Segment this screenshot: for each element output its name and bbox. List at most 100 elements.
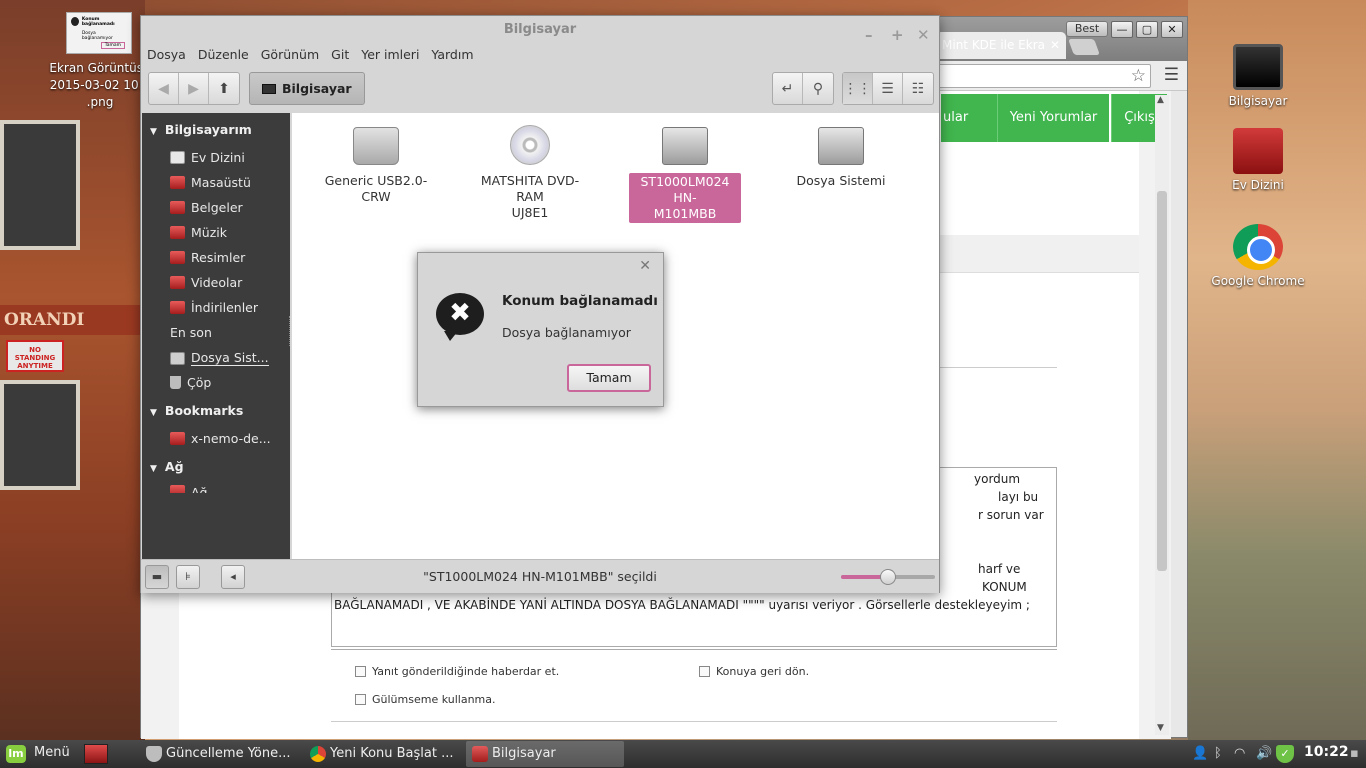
zoom-slider[interactable] [841,569,935,585]
desktop-icon-label: Bilgisayar [1228,94,1288,108]
error-dialog[interactable]: ✕ ✖ Konum bağlanamadı Dosya bağlanamıyor… [417,252,664,407]
drive-hdd-selected[interactable]: ST1000LM024 HN- M101MBB [627,127,743,223]
dialog-title: Konum bağlanamadı [502,293,658,309]
sidebar-item-trash[interactable]: Çöp [170,375,211,390]
task-label: Güncelleme Yöne... [166,746,291,761]
sidebar-item-videos[interactable]: Videolar [170,275,242,290]
sidebar-header-computer[interactable]: ▼ Bilgisayarım [150,122,252,137]
desktop-icon-computer[interactable]: Bilgisayar [1203,44,1313,108]
error-icon: ✖ [436,293,484,341]
task-file-manager[interactable]: Bilgisayar [466,741,624,767]
menu-go[interactable]: Git [331,44,349,66]
page-scrollbar[interactable]: ▲ ▼ [1155,95,1169,735]
status-text: "ST1000LM024 HN-M101MBB" seçildi [423,569,657,584]
nav-link[interactable]: ular [941,94,997,142]
show-desktop-icon[interactable] [84,744,108,764]
search-button[interactable]: ⚲ [803,73,833,104]
menu-bar: Dosya Düzenle Görünüm Git Yer imleri Yar… [141,44,939,66]
star-icon[interactable]: ☆ [1131,66,1146,86]
thumb-msg: Dosya bağlanamıyor [81,31,113,41]
compact-view-button[interactable]: ☷ [903,73,933,104]
mint-logo-icon[interactable]: lm [6,745,26,763]
sidebar-header-bookmarks[interactable]: ▼ Bookmarks [150,403,243,418]
browser-tab[interactable]: Mint KDE ile Ekra ✕ [936,32,1066,59]
drive-label: Dosya Sistemi [796,173,886,188]
toggle-location-button[interactable]: ↵ [773,73,803,104]
menu-view[interactable]: Görünüm [261,44,319,66]
profile-button[interactable]: Best [1066,21,1108,37]
up-button[interactable]: ⬆ [209,73,239,104]
notification-icon[interactable]: ▪ [1350,746,1359,761]
sidebar-item-pictures[interactable]: Resimler [170,250,245,265]
back-checkbox[interactable] [699,666,710,677]
start-menu-button[interactable]: Menü [34,745,70,760]
bluetooth-icon[interactable]: ᛒ [1214,746,1222,761]
minimize-button[interactable]: — [1111,21,1133,38]
update-shield-icon[interactable]: ✓ [1276,745,1294,763]
forward-button[interactable]: ▶ [179,73,209,104]
drive-usb[interactable]: Generic USB2.0-CRW [318,127,434,205]
menu-help[interactable]: Yardım [431,44,473,66]
sidebar-item-music[interactable]: Müzik [170,225,227,240]
option-label: Gülümseme kullanma. [372,693,496,706]
sidebar-item-documents[interactable]: Belgeler [170,200,243,215]
maximize-button[interactable]: ▢ [1136,21,1158,38]
desktop-icon-chrome[interactable]: Google Chrome [1203,224,1313,288]
wifi-icon[interactable]: ◠ [1234,746,1245,761]
sidebar-item-downloads[interactable]: İndirilenler [170,300,258,315]
nav-link-new-comments[interactable]: Yeni Yorumlar [997,94,1109,142]
breadcrumb-label: Bilgisayar [282,81,352,96]
new-tab-button[interactable] [1068,39,1100,55]
sidebar-item-label: Masaüstü [191,175,251,190]
option-back[interactable]: Konuya geri dön. [699,665,809,678]
clock[interactable]: 10:22 [1304,744,1349,760]
resize-handle[interactable] [331,649,1057,650]
edit-path-icon: ↵ [781,80,794,97]
task-label: Bilgisayar [492,746,556,761]
option-label: Yanıt gönderildiğinde haberdar et. [372,665,560,678]
screenshot-file-thumbnail[interactable]: Konum bağlanamadı Dosya bağlanamıyor Tam… [66,12,132,54]
notify-checkbox[interactable] [355,666,366,677]
smiley-checkbox[interactable] [355,694,366,705]
sidebar-item-network[interactable]: Ağ [170,485,208,493]
sidebar-item-bookmark[interactable]: x-nemo-de... [170,431,271,446]
drive-filesystem[interactable]: Dosya Sistemi [783,127,899,189]
close-button[interactable]: ✕ [1161,21,1183,38]
option-notify[interactable]: Yanıt gönderildiğinde haberdar et. [355,665,559,678]
scroll-up-icon[interactable]: ▲ [1157,95,1164,105]
option-label: Konuya geri dön. [716,665,810,678]
drive-label: UJ8E1 [511,205,549,220]
task-update-manager[interactable]: Güncelleme Yöne... [140,741,298,767]
sidebar-item-label: Videolar [191,275,243,290]
scroll-down-icon[interactable]: ▼ [1157,723,1164,733]
back-button[interactable]: ◀ [149,73,179,104]
task-chrome[interactable]: Yeni Konu Başlat ... [304,741,462,767]
user-icon[interactable]: 👤 [1192,746,1208,761]
close-icon[interactable]: ✕ [639,258,651,274]
address-bar[interactable]: ☆ [931,64,1151,88]
scrollbar-thumb[interactable] [1157,191,1167,571]
close-tab-icon[interactable]: ✕ [1050,38,1060,52]
sidebar-header-network[interactable]: ▼ Ağ [150,459,184,474]
option-smiley[interactable]: Gülümseme kullanma. [355,693,496,706]
ok-button[interactable]: Tamam [567,364,651,392]
sidebar-item-home[interactable]: Ev Dizini [170,150,245,165]
nav-buttons: ◀ ▶ ⬆ [148,72,240,105]
drive-dvd[interactable]: MATSHITA DVD-RAM UJ8E1 [472,125,588,221]
volume-icon[interactable]: 🔊 [1256,746,1272,761]
sidebar-item-desktop[interactable]: Masaüstü [170,175,251,190]
zoom-slider-knob[interactable] [880,569,896,585]
sidebar-item-recent[interactable]: En son [170,325,212,340]
drive-label-line: M101MBB [653,206,717,221]
icon-view-button[interactable]: ⋮⋮ [843,73,873,104]
sidebar-item-filesystem[interactable]: Dosya Sist... [170,350,269,366]
list-view-button[interactable]: ☰ [873,73,903,104]
sidebar-item-label: Resimler [191,250,246,265]
menu-edit[interactable]: Düzenle [198,44,249,66]
menu-bookmarks[interactable]: Yer imleri [361,44,419,66]
file-manager-titlebar[interactable]: Bilgisayar – + ✕ [141,16,939,44]
location-breadcrumb[interactable]: Bilgisayar [249,72,365,105]
desktop-icon-home[interactable]: Ev Dizini [1203,128,1313,192]
menu-file[interactable]: Dosya [147,44,186,66]
menu-icon[interactable]: ☰ [1164,65,1179,85]
